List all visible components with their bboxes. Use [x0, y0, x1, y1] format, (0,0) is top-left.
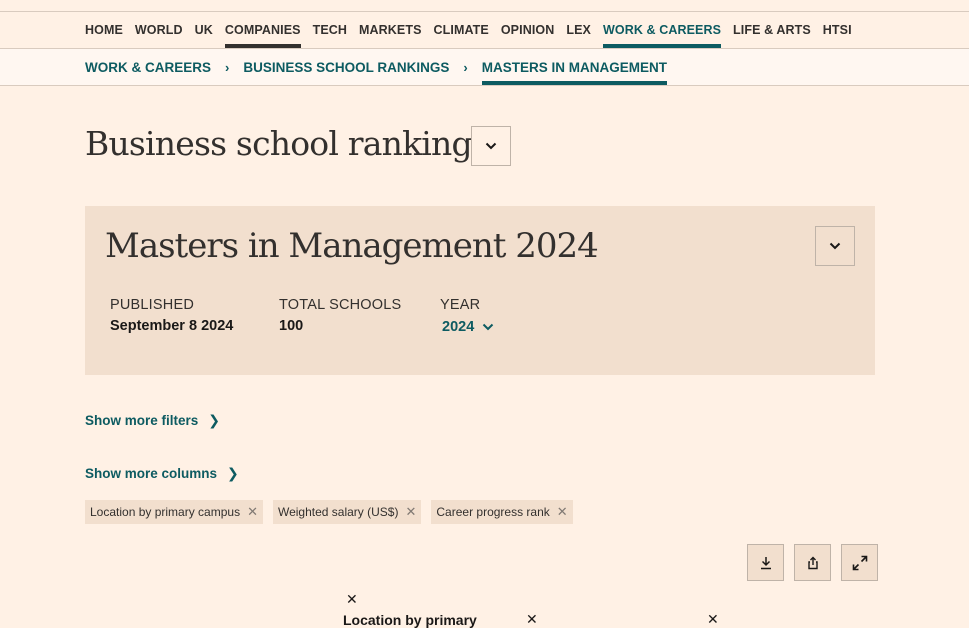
expand-button[interactable]: [841, 544, 878, 581]
breadcrumb-masters-in-management[interactable]: MASTERS IN MANAGEMENT: [481, 49, 668, 85]
column-chip: Weighted salary (US$) ✕: [272, 500, 422, 524]
breadcrumb-divider: [0, 85, 969, 86]
ranking-summary-panel: Masters in Management 2024 PUBLISHED Sep…: [85, 206, 875, 375]
chevron-right-icon: ❯: [227, 465, 239, 481]
breadcrumb: WORK & CAREERS › BUSINESS SCHOOL RANKING…: [85, 49, 668, 85]
total-schools-label: TOTAL SCHOOLS: [279, 297, 402, 313]
year-value: 2024: [442, 319, 475, 335]
download-icon: [760, 556, 771, 569]
nav-item-life-arts[interactable]: LIFE & ARTS: [733, 12, 811, 48]
column-chip-label: Weighted salary (US$): [277, 505, 399, 519]
close-icon[interactable]: ✕: [247, 504, 258, 520]
breadcrumb-separator: ›: [225, 59, 230, 75]
chevron-right-icon: ❯: [208, 412, 221, 428]
year-label: YEAR: [440, 297, 481, 313]
rankings-dropdown-button[interactable]: [471, 126, 511, 166]
published-label: PUBLISHED: [110, 297, 194, 313]
breadcrumb-separator: ›: [463, 59, 468, 75]
nav-item-work-careers[interactable]: WORK & CAREERS: [602, 12, 722, 48]
published-date: September 8 2024: [110, 318, 234, 334]
column-header-location[interactable]: Location by primary: [343, 612, 477, 628]
share-icon: [807, 556, 818, 569]
nav-item-htsi[interactable]: HTSI: [823, 12, 852, 48]
nav-item-tech[interactable]: TECH: [313, 12, 347, 48]
total-schools-meta: TOTAL SCHOOLS 100: [279, 297, 401, 334]
ranking-title: Masters in Management 2024: [105, 226, 599, 266]
expand-icon: [852, 555, 867, 570]
main-navigation: HOME WORLD UK COMPANIES TECH MARKETS CLI…: [85, 12, 864, 48]
chevron-down-icon: [485, 142, 497, 150]
page-title: Business school rankings: [85, 124, 489, 163]
year-meta: YEAR 2024: [440, 297, 494, 335]
breadcrumb-business-school-rankings[interactable]: BUSINESS SCHOOL RANKINGS: [243, 49, 449, 85]
chevron-down-icon: [829, 242, 841, 250]
column-chip-label: Career progress rank: [436, 505, 550, 519]
download-button[interactable]: [747, 544, 784, 581]
share-button[interactable]: [794, 544, 831, 581]
ranking-dropdown-button[interactable]: [815, 226, 855, 266]
close-icon[interactable]: ✕: [557, 504, 568, 520]
remove-column-icon[interactable]: ✕: [526, 611, 538, 628]
nav-item-lex[interactable]: LEX: [566, 12, 591, 48]
close-icon[interactable]: ✕: [405, 504, 416, 520]
show-more-columns-link[interactable]: Show more columns ❯: [85, 465, 239, 482]
total-schools-value: 100: [279, 318, 304, 334]
year-selector[interactable]: 2024: [440, 319, 494, 335]
column-chip: Career progress rank ✕: [431, 500, 573, 524]
show-more-filters-label: Show more filters: [85, 413, 199, 428]
chevron-down-icon: [483, 323, 494, 331]
column-chip: Location by primary campus ✕: [85, 500, 263, 524]
remove-column-icon[interactable]: ✕: [346, 591, 358, 608]
nav-item-climate[interactable]: CLIMATE: [434, 12, 489, 48]
show-more-filters-link[interactable]: Show more filters ❯: [85, 412, 220, 429]
nav-item-uk[interactable]: UK: [195, 12, 213, 48]
published-meta: PUBLISHED September 8 2024: [110, 297, 233, 334]
selected-columns: Location by primary campus ✕ Weighted sa…: [85, 500, 583, 524]
nav-item-world[interactable]: WORLD: [135, 12, 183, 48]
column-chip-label: Location by primary campus: [90, 505, 241, 519]
show-more-columns-label: Show more columns: [85, 466, 218, 481]
nav-item-markets[interactable]: MARKETS: [359, 12, 422, 48]
nav-item-home[interactable]: HOME: [85, 12, 123, 48]
nav-item-opinion[interactable]: OPINION: [501, 12, 554, 48]
remove-column-icon[interactable]: ✕: [707, 611, 719, 628]
nav-item-companies[interactable]: COMPANIES: [224, 12, 301, 48]
breadcrumb-work-careers[interactable]: WORK & CAREERS: [85, 49, 211, 85]
